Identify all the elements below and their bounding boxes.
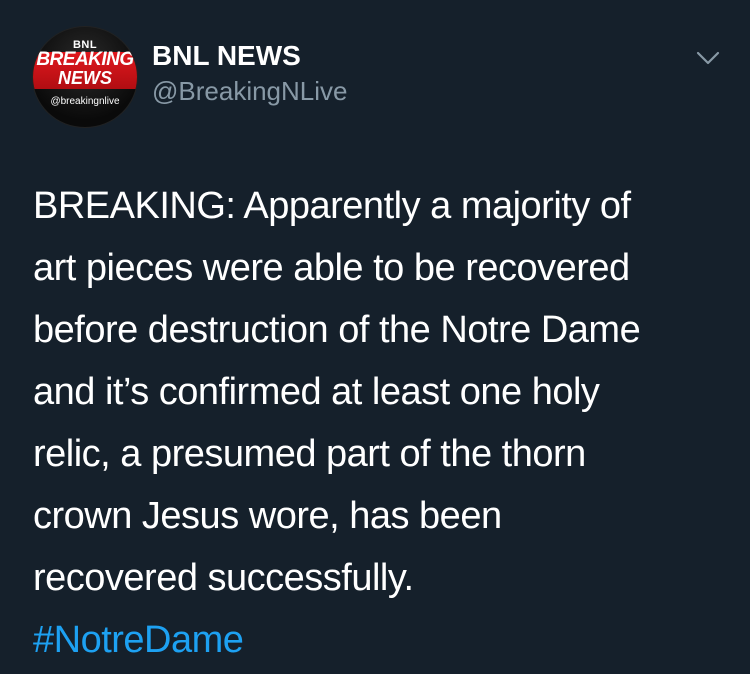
tweet-text-line: crown Jesus wore, has been [33,495,502,537]
tweet-text-line: recovered successfully. [33,557,414,599]
author-handle[interactable]: @BreakingNLive [152,75,347,107]
avatar[interactable]: BNL BREAKING NEWS @breakingnlive [33,27,137,127]
author-display-name[interactable]: BNL NEWS [152,40,301,72]
tweet-text: BREAKING: Apparently a majority of art p… [33,175,733,671]
tweet-text-line: BREAKING: Apparently a majority of [33,185,631,227]
hashtag-link[interactable]: #NotreDame [33,609,733,671]
avatar-news-text: NEWS [58,68,112,88]
tweet-text-line: relic, a presumed part of the thorn [33,433,586,475]
tweet-text-line: art pieces were able to be recovered [33,247,630,289]
avatar-handle-text: @breakingnlive [50,96,120,107]
tweet-text-line: and it’s confirmed at least one holy [33,371,600,413]
tweet-text-line: before destruction of the Notre Dame [33,309,641,351]
chevron-down-icon[interactable] [695,48,721,68]
avatar-breaking-text: BREAKING [36,49,134,70]
tweet-card: BNL BREAKING NEWS @breakingnlive BNL NEW… [0,0,750,674]
